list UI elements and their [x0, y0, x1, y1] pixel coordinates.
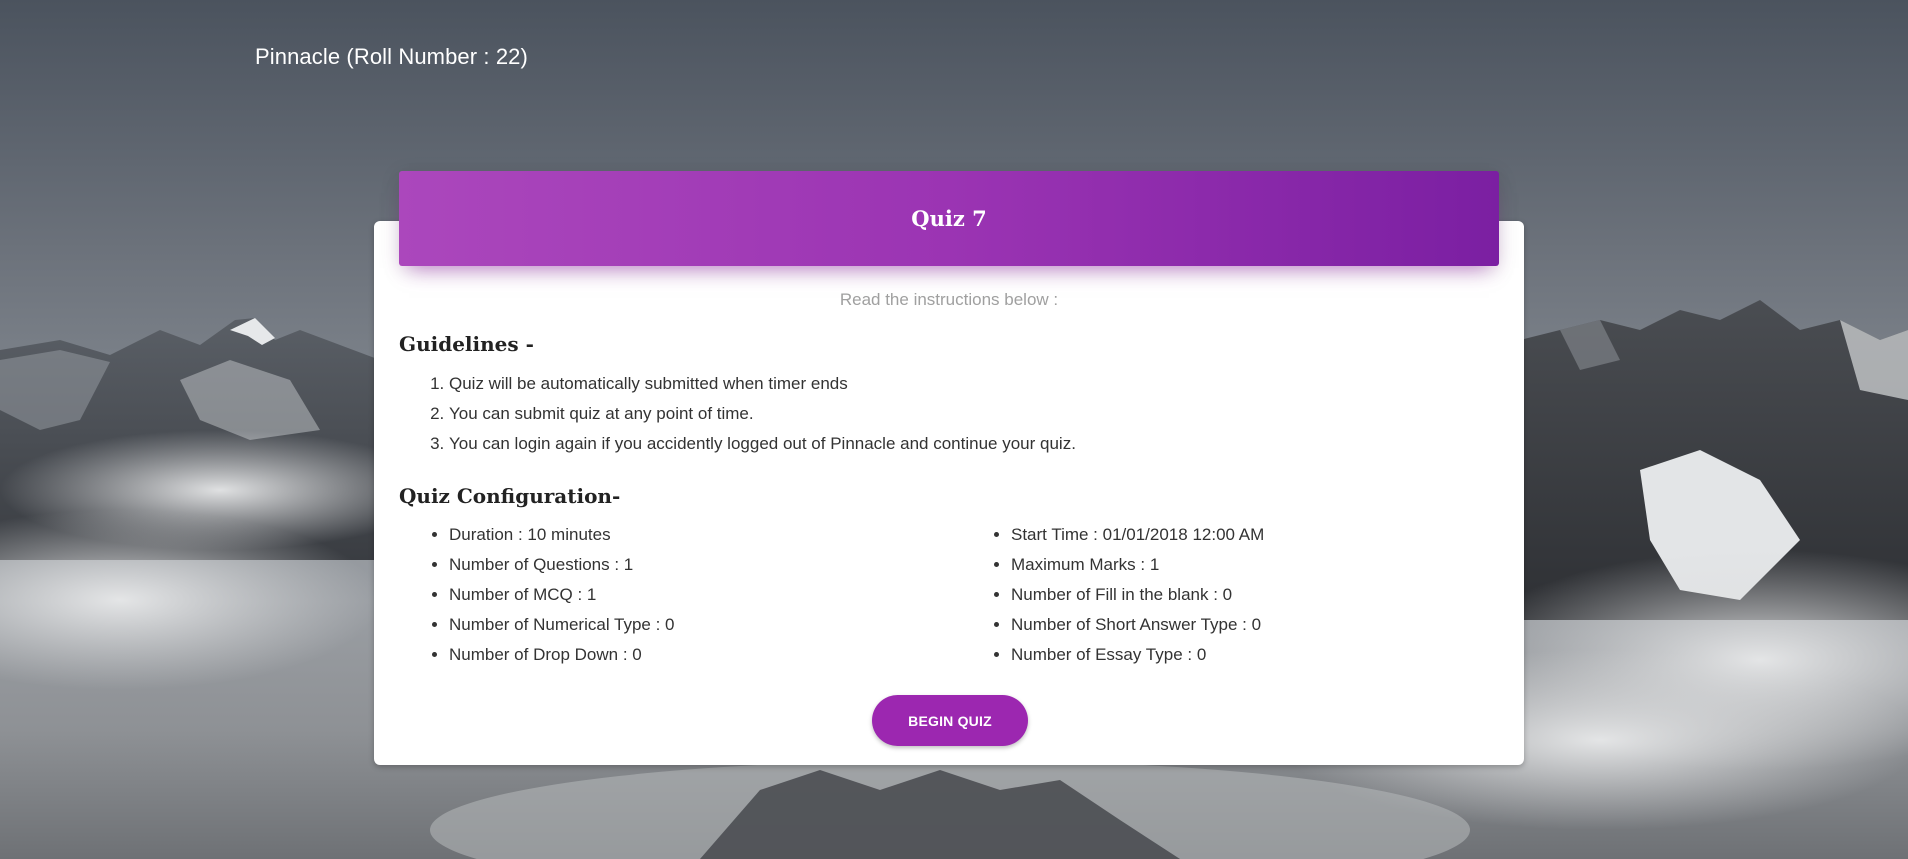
brand-roll-number: Pinnacle (Roll Number : 22)	[255, 44, 528, 69]
guidelines-heading: Guidelines -	[399, 332, 534, 356]
quiz-card: Read the instructions below : Guidelines…	[374, 221, 1524, 765]
config-item-essay: Number of Essay Type : 0	[1011, 640, 1264, 670]
page-background: Pinnacle (Roll Number : 22) Read the ins…	[0, 0, 1908, 859]
config-item-duration: Duration : 10 minutes	[449, 520, 675, 550]
config-list-left: Duration : 10 minutes Number of Question…	[399, 520, 675, 670]
quiz-configuration-heading: Quiz Configuration-	[399, 484, 621, 508]
begin-quiz-button[interactable]: BEGIN QUIZ	[872, 695, 1028, 746]
config-item-dropdown: Number of Drop Down : 0	[449, 640, 675, 670]
guideline-item: You can login again if you accidently lo…	[449, 429, 1076, 459]
config-item-questions: Number of Questions : 1	[449, 550, 675, 580]
config-list-right: Start Time : 01/01/2018 12:00 AM Maximum…	[961, 520, 1264, 670]
config-item-short-answer: Number of Short Answer Type : 0	[1011, 610, 1264, 640]
config-item-numerical: Number of Numerical Type : 0	[449, 610, 675, 640]
guideline-item: You can submit quiz at any point of time…	[449, 399, 1076, 429]
config-item-start-time: Start Time : 01/01/2018 12:00 AM	[1011, 520, 1264, 550]
instructions-subtitle: Read the instructions below :	[839, 290, 1059, 309]
config-item-mcq: Number of MCQ : 1	[449, 580, 675, 610]
config-item-fill-blank: Number of Fill in the blank : 0	[1011, 580, 1264, 610]
guidelines-list: Quiz will be automatically submitted whe…	[399, 369, 1076, 459]
guideline-item: Quiz will be automatically submitted whe…	[449, 369, 1076, 399]
quiz-card-header: Quiz 7	[399, 171, 1499, 266]
quiz-title: Quiz 7	[911, 206, 987, 231]
config-item-max-marks: Maximum Marks : 1	[1011, 550, 1264, 580]
